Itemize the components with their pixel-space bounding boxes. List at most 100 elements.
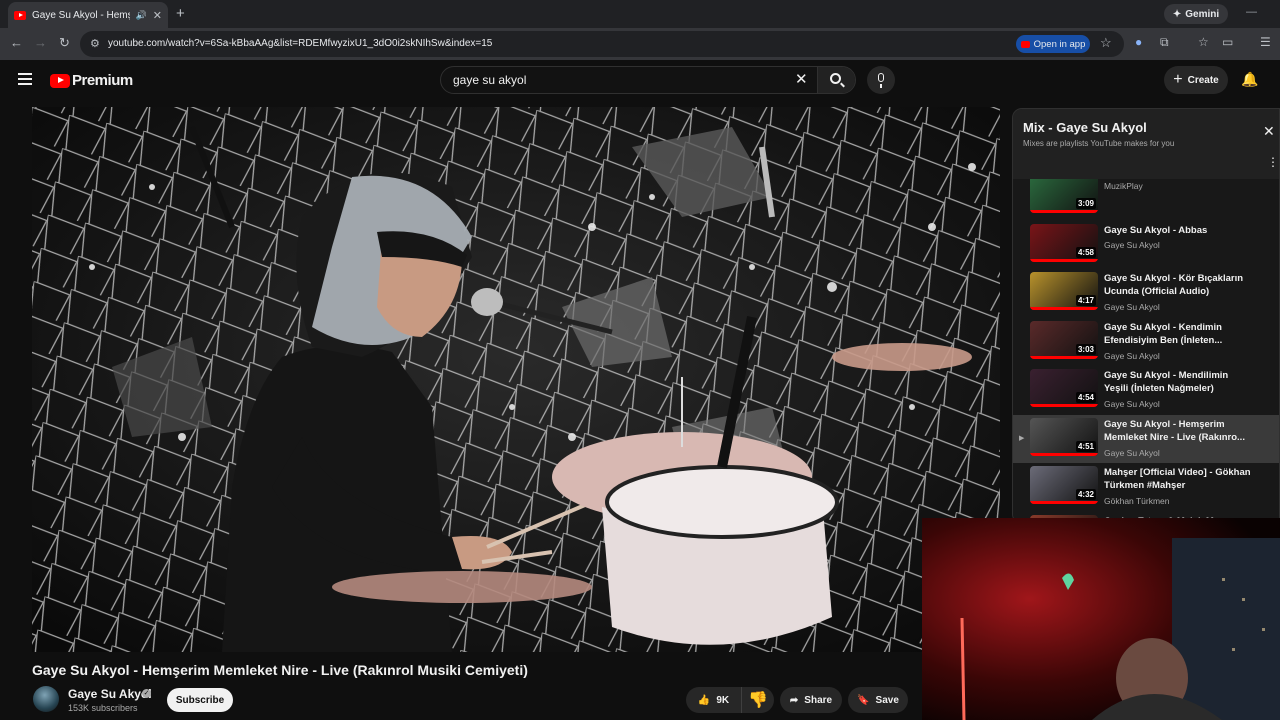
playlist-item-title[interactable]: Gaye Su Akyol - Hemşerim Memleket Nire -…: [1104, 418, 1254, 444]
minimize-window-icon[interactable]: —: [1246, 6, 1257, 18]
search-icon: [830, 73, 841, 84]
playlist-item[interactable]: 4:32 Mahşer [Official Video] - Gökhan Tür…: [1013, 463, 1279, 511]
side-panel-icon[interactable]: ☰: [1260, 35, 1271, 49]
gemini-label: Gemini: [1185, 8, 1220, 20]
playlist-item-title[interactable]: Gaye Su Akyol - Mendilimin Yeşili (İnlet…: [1104, 369, 1254, 395]
video-thumbnail[interactable]: 3:03: [1030, 320, 1098, 359]
open-in-app-button[interactable]: Open in app: [1016, 35, 1090, 53]
speaker-icon[interactable]: 🔊: [136, 10, 147, 21]
tab-search-icon[interactable]: ▭: [1222, 35, 1233, 49]
create-button[interactable]: + Create: [1164, 66, 1228, 94]
hamburger-menu-icon[interactable]: [18, 73, 32, 85]
close-tab-icon[interactable]: ✕: [153, 9, 162, 22]
share-icon: ➦: [789, 694, 799, 706]
watched-progress-bar: [1030, 501, 1098, 504]
video-thumbnail[interactable]: 4:32: [1030, 466, 1098, 504]
open-in-app-label: Open in app: [1033, 38, 1086, 50]
youtube-favicon-icon: [14, 10, 26, 20]
search-box[interactable]: gaye su akyol ✕: [440, 66, 856, 94]
playlist-item-channel: Gaye Su Akyol: [1104, 302, 1160, 312]
watched-progress-bar: [1030, 452, 1098, 456]
channel-avatar[interactable]: [33, 686, 59, 712]
address-bar[interactable]: ⚙ youtube.com/watch?v=6Sa-kBbaAAg&list=R…: [80, 31, 1124, 57]
youtube-masthead: Premium gaye su akyol ✕ + Create 🔔: [0, 60, 1280, 104]
video-duration: 4:58: [1075, 246, 1096, 258]
mic-icon: [878, 73, 884, 82]
watched-progress-bar: [1030, 210, 1098, 213]
subscribe-button[interactable]: Subscribe: [167, 688, 233, 712]
video-duration: 4:17: [1075, 295, 1096, 306]
logo-text: Premium: [72, 72, 133, 89]
search-button[interactable]: [817, 67, 855, 93]
thumbs-down-icon: 👎: [748, 692, 768, 709]
extension-icon[interactable]: ●: [1135, 35, 1142, 49]
browser-toolbar: ← → ↻ ⚙ youtube.com/watch?v=6Sa-kBbaAAg&…: [0, 28, 1280, 60]
notifications-bell-icon[interactable]: 🔔: [1241, 71, 1258, 88]
voice-search-button[interactable]: [867, 66, 895, 94]
video-thumbnail[interactable]: 3:09: [1030, 179, 1098, 213]
channel-name[interactable]: Gaye Su Akyol: [68, 687, 152, 701]
plus-icon: +: [1173, 71, 1183, 88]
video-frame: [32, 107, 1000, 652]
watched-progress-bar: [1030, 258, 1098, 262]
video-thumbnail[interactable]: 4:54: [1030, 369, 1098, 407]
video-player[interactable]: [32, 107, 1000, 652]
youtube-app-icon: [1020, 40, 1030, 48]
extensions-puzzle-icon[interactable]: ⧉: [1160, 35, 1169, 50]
playlist-item-title[interactable]: Gaye Su Akyol - Abbas: [1104, 224, 1254, 237]
playlist-item-channel: Gökhan Türkmen: [1104, 496, 1170, 506]
browser-tab[interactable]: Gaye Su Akyol - Hemşerim 🔊 ✕: [8, 2, 168, 28]
subscriber-count: 153K subscribers: [68, 703, 138, 713]
watched-progress-bar: [1030, 355, 1098, 359]
playlist-header: Mix - Gaye Su Akyol Mixes are playlists …: [1013, 109, 1279, 179]
youtube-play-logo-icon: [50, 73, 70, 88]
save-label: Save: [875, 694, 899, 706]
video-duration: 3:09: [1075, 198, 1096, 209]
video-title: Gaye Su Akyol - Hemşerim Memleket Nire -…: [32, 662, 528, 678]
close-playlist-icon[interactable]: ✕: [1263, 123, 1275, 140]
verified-badge-icon: ✓: [142, 689, 151, 698]
video-thumbnail[interactable]: 4:51: [1030, 417, 1098, 456]
bookmark-icon: 🔖: [857, 694, 870, 706]
clear-search-icon[interactable]: ✕: [795, 70, 808, 88]
playlist-item-title[interactable]: Mahşer [Official Video] - Gökhan Türkmen…: [1104, 466, 1254, 492]
video-duration: 4:51: [1075, 440, 1096, 452]
playlist-item[interactable]: 3:09(Official Audio)MuzikPlay: [1013, 179, 1279, 220]
playlist-item[interactable]: 4:54 Gaye Su Akyol - Mendilimin Yeşili (İ…: [1013, 366, 1279, 414]
dislike-button[interactable]: 👎: [742, 687, 774, 713]
youtube-premium-logo[interactable]: Premium: [50, 72, 133, 89]
video-thumbnail[interactable]: 4:58: [1030, 223, 1098, 262]
playlist-item-channel: MuzikPlay: [1104, 181, 1143, 191]
webcam-overlay: [922, 518, 1280, 720]
reload-icon[interactable]: ↻: [59, 35, 70, 51]
share-label: Share: [804, 694, 833, 706]
playlist-item[interactable]: ▶ 4:51 Gaye Su Akyol - Hemşerim Memleket N…: [1013, 414, 1279, 463]
bookmark-star-icon[interactable]: ☆: [1100, 35, 1112, 51]
webcam-frame: [922, 518, 1280, 720]
like-button[interactable]: 👍 9K: [686, 687, 742, 713]
playlist-item[interactable]: 3:03 Gaye Su Akyol - Kendimin Efendisiyim…: [1013, 318, 1279, 366]
bookmarks-icon[interactable]: ☆: [1198, 35, 1209, 49]
gemini-button[interactable]: ✦ Gemini: [1164, 4, 1228, 24]
forward-icon[interactable]: →: [34, 35, 47, 50]
playlist-item-channel: Gaye Su Akyol: [1104, 447, 1160, 458]
back-icon[interactable]: ←: [10, 35, 23, 50]
video-thumbnail[interactable]: 4:17: [1030, 272, 1098, 310]
playlist-item-title[interactable]: Gaye Su Akyol - Kendimin Efendisiyim Ben…: [1104, 321, 1254, 347]
playlist-item-title[interactable]: Gaye Su Akyol - Kör Bıçakların Ucunda (O…: [1104, 272, 1254, 298]
video-duration: 4:32: [1075, 489, 1096, 500]
save-button[interactable]: 🔖 Save: [848, 687, 908, 713]
playlist-item[interactable]: 4:58 Gaye Su Akyol - Abbas Gaye Su Akyol: [1013, 221, 1279, 269]
search-input[interactable]: gaye su akyol: [453, 73, 526, 87]
share-button[interactable]: ➦ Share: [780, 687, 842, 713]
playlist-title[interactable]: Mix - Gaye Su Akyol: [1023, 120, 1147, 135]
site-info-icon[interactable]: ⚙: [90, 37, 100, 50]
playlist-item[interactable]: 4:17 Gaye Su Akyol - Kör Bıçakların Ucund…: [1013, 269, 1279, 317]
playlist-item-channel: Gaye Su Akyol: [1104, 350, 1160, 361]
more-options-icon[interactable]: ⋮: [1267, 155, 1279, 169]
url-text[interactable]: youtube.com/watch?v=6Sa-kBbaAAg&list=RDE…: [108, 38, 492, 49]
video-duration: 3:03: [1075, 343, 1096, 355]
new-tab-button[interactable]: +: [176, 5, 185, 22]
watched-progress-bar: [1030, 404, 1098, 407]
like-dislike-group: 👍 9K 👎: [686, 687, 774, 713]
